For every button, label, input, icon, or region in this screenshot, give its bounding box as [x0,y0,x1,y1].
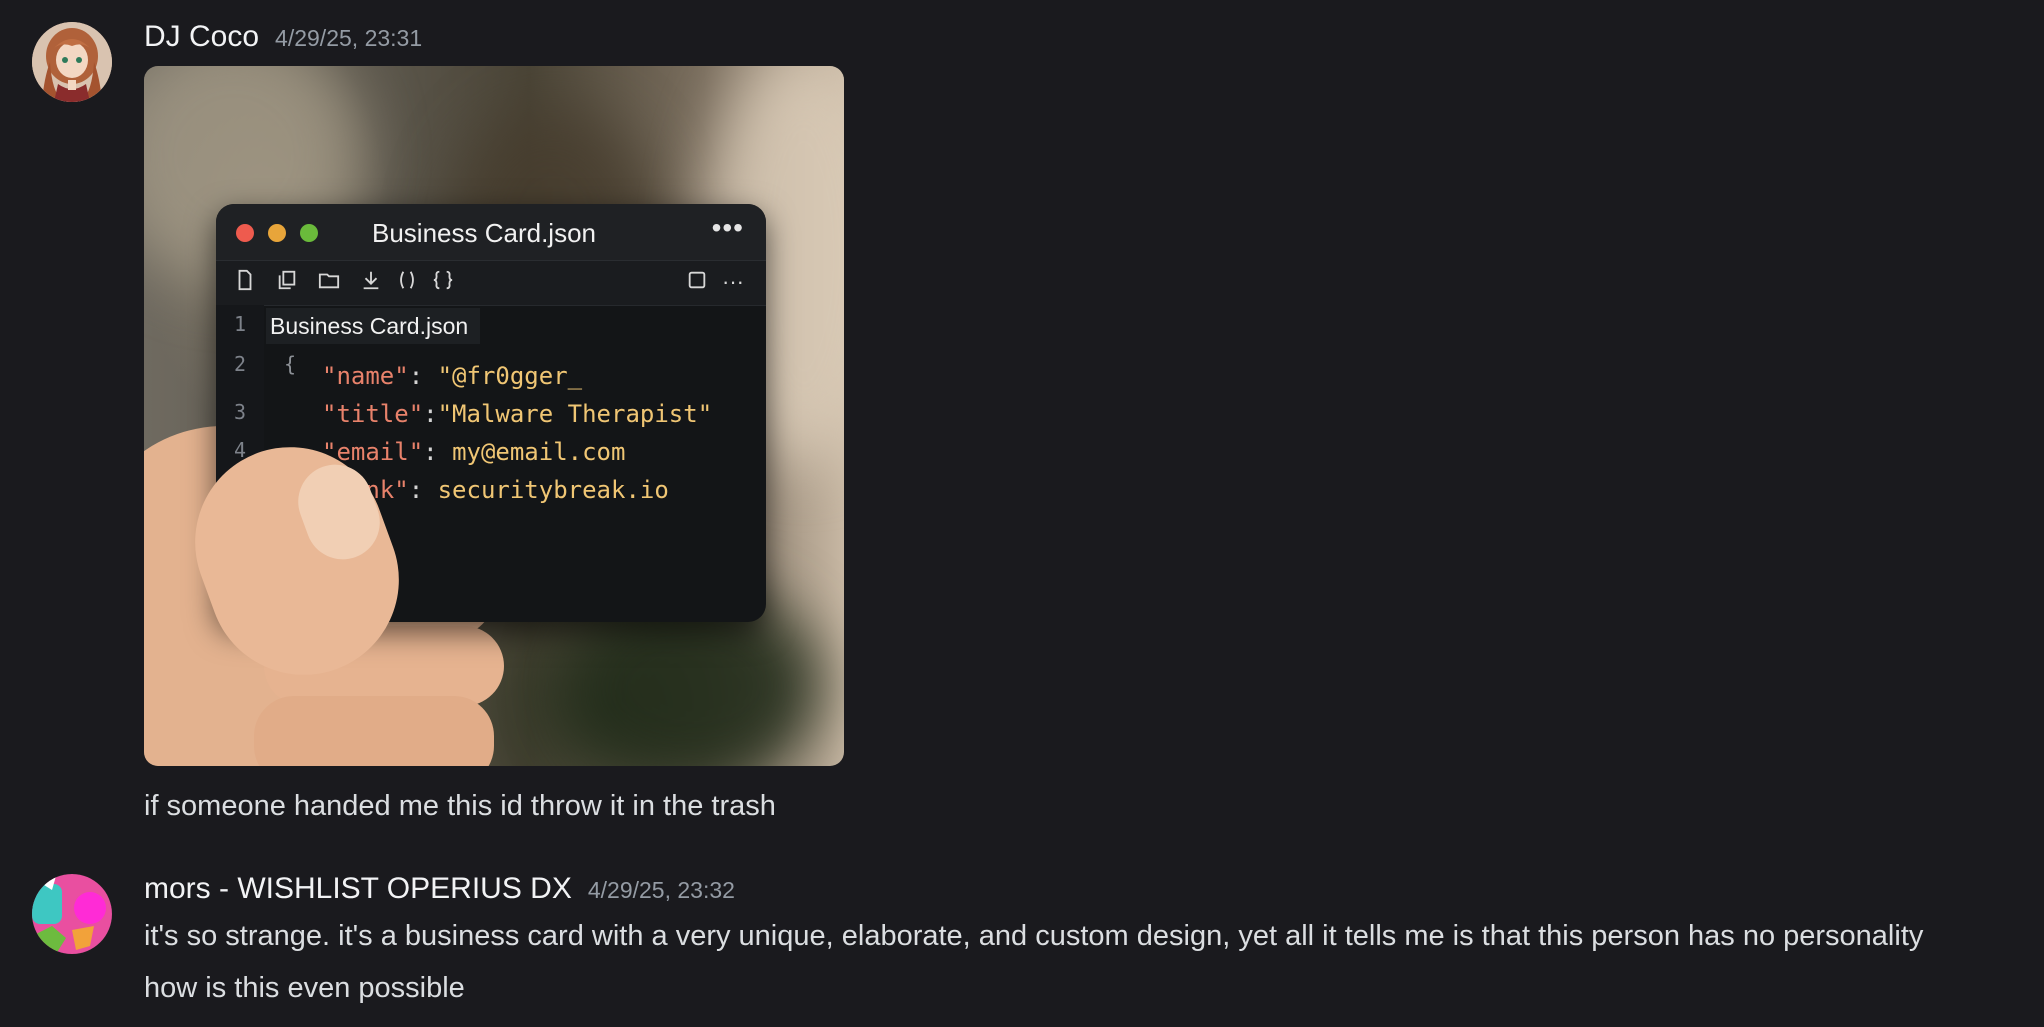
avatar[interactable] [32,874,112,954]
braces-icon [430,269,456,295]
json-separator: : [423,438,453,466]
line-number: 2 [234,352,247,376]
message-mors: mors - WISHLIST OPERIUS DX 4/29/25, 23:3… [0,860,2044,1027]
json-separator: : [423,400,438,428]
square-icon [684,269,710,295]
json-key: "title" [322,400,424,428]
minimize-dot-icon [268,224,286,242]
file-tab: Business Card.json [266,308,481,344]
image-attachment[interactable]: Business Card.json ••• ··· 1 2 3 4 Busin… [144,66,844,766]
json-key: "name" [322,362,409,390]
download-icon [358,269,384,295]
window-title: Business Card.json [372,218,596,248]
message-text: if someone handed me this id throw it in… [144,790,776,822]
json-separator: : [408,476,438,504]
line-number: 1 [234,312,247,336]
timestamp[interactable]: 4/29/25, 23:32 [588,877,735,904]
json-separator: : [408,362,438,390]
username[interactable]: mors - WISHLIST OPERIUS DX [144,872,572,906]
username[interactable]: DJ Coco [144,20,259,54]
json-value: securitybreak.io [437,476,669,504]
json-value: "Malware Therapist" [437,400,713,428]
json-value: my@email.com [452,438,626,466]
code-line-name: "name": "@fr0gger_ [322,362,582,390]
avatar-anime-girl-image [32,22,112,102]
file-icon [232,269,258,295]
copy-icon [274,269,300,295]
code-line-email: "email": my@email.com [322,438,625,466]
code-line-title: "title":"Malware Therapist" [322,400,712,428]
parentheses-icon [394,269,420,295]
toolbar-more-icon: ··· [722,269,744,294]
timestamp[interactable]: 4/29/25, 23:31 [275,25,422,52]
close-dot-icon [236,224,254,242]
avatar-colorful-image [32,874,112,954]
avatar[interactable] [32,22,112,102]
window-titlebar: Business Card.json ••• [216,204,766,261]
window-toolbar: ··· [216,261,766,306]
message-dj-coco: DJ Coco 4/29/25, 23:31 Business Card.jso… [0,0,2044,840]
message-text-line: how is this even possible [144,972,465,1004]
line-number: 3 [234,400,247,424]
json-value: "@fr0gger_ [437,362,583,390]
open-brace: { [284,352,297,376]
maximize-dot-icon [300,224,318,242]
more-icon: ••• [711,212,744,243]
message-text-line: it's so strange. it's a business card wi… [144,920,1924,952]
folder-icon [316,269,342,295]
